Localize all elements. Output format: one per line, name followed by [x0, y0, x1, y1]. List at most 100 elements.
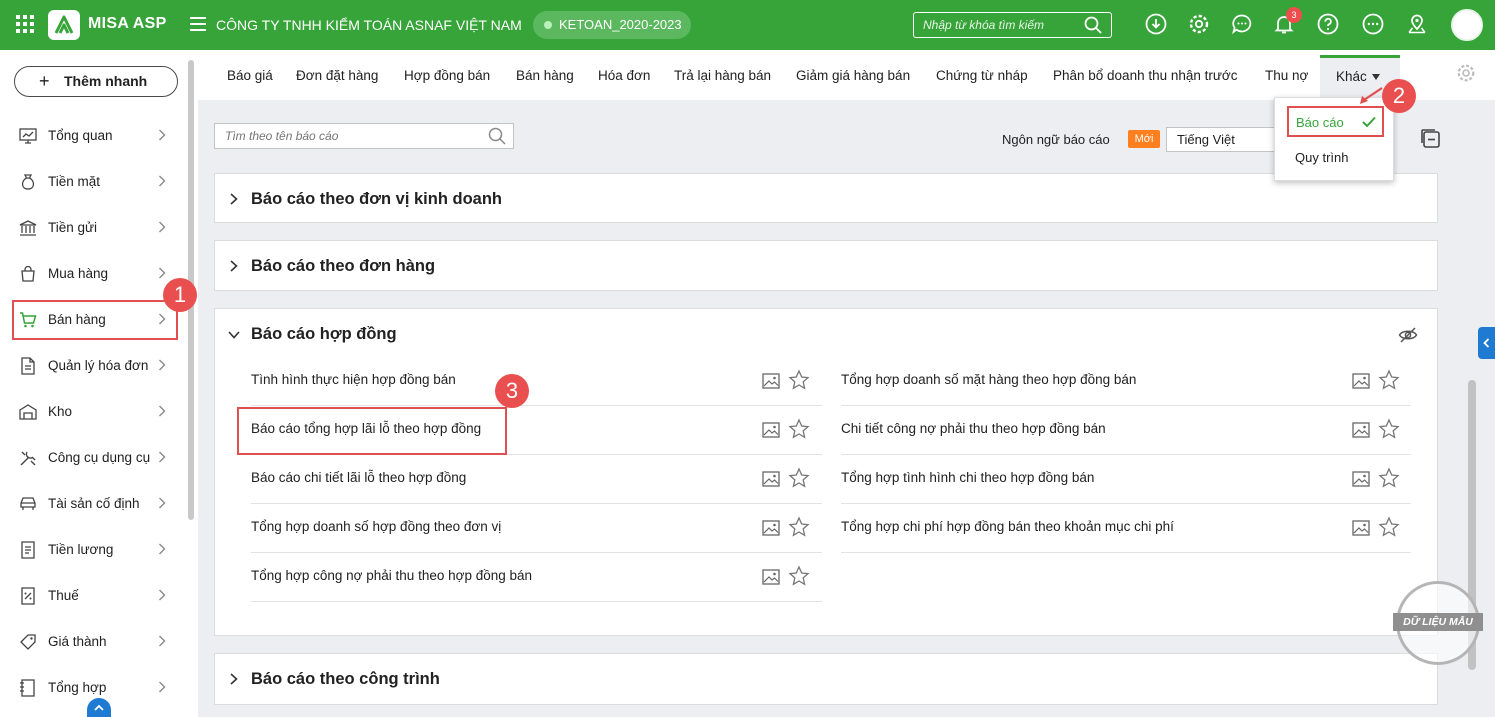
tax-icon — [21, 587, 35, 605]
image-preview-icon[interactable] — [1352, 372, 1370, 390]
star-favorite-icon[interactable] — [788, 418, 810, 440]
image-preview-icon[interactable] — [762, 470, 780, 488]
sidebar-item-warehouse[interactable]: Kho — [12, 392, 178, 432]
chat-icon[interactable] — [1231, 13, 1253, 35]
section-contract-reports: Báo cáo hợp đồng Tình hình thực hiện hợp… — [214, 308, 1438, 636]
sidebar-item-bank-deposit[interactable]: Tiền gửi — [12, 208, 178, 248]
report-row[interactable]: Tổng hợp chi phí hợp đồng bán theo khoản… — [841, 504, 1411, 553]
cart-icon — [20, 312, 37, 328]
sidebar-item-label: Mua hàng — [48, 266, 109, 281]
star-favorite-icon[interactable] — [788, 467, 810, 489]
tab-deferred-revenue[interactable]: Phân bổ doanh thu nhận trước — [1053, 68, 1238, 83]
image-preview-icon[interactable] — [1352, 519, 1370, 537]
star-favorite-icon[interactable] — [788, 516, 810, 538]
tab-sales-order[interactable]: Đơn đặt hàng — [296, 68, 378, 83]
checkmark-icon — [1362, 116, 1376, 128]
company-name[interactable]: CÔNG TY TNHH KIỂM TOÁN ASNAF VIỆT NAM — [216, 17, 522, 33]
report-row[interactable]: Tổng hợp công nợ phải thu theo hợp đồng … — [251, 553, 822, 602]
sample-data-stamp: DỮ LIỆU MẪU — [1393, 581, 1483, 665]
sidebar-item-payroll[interactable]: Tiền lương — [12, 530, 178, 570]
report-name: Báo cáo chi tiết lãi lỗ theo hợp đồng — [251, 470, 467, 485]
tab-sales[interactable]: Bán hàng — [516, 68, 574, 83]
sidebar-item-invoice-management[interactable]: Quản lý hóa đơn — [12, 346, 178, 386]
star-favorite-icon[interactable] — [1378, 369, 1400, 391]
report-name: Tổng hợp chi phí hợp đồng bán theo khoản… — [841, 519, 1174, 534]
report-name: Chi tiết công nợ phải thu theo hợp đồng … — [841, 421, 1106, 436]
collapse-up-button[interactable] — [87, 698, 111, 717]
star-favorite-icon[interactable] — [1378, 418, 1400, 440]
section-order-reports[interactable]: Báo cáo theo đơn hàng — [214, 240, 1438, 291]
tab-quotation[interactable]: Báo giá — [227, 68, 273, 83]
image-preview-icon[interactable] — [762, 372, 780, 390]
section-project-reports[interactable]: Báo cáo theo công trình — [214, 653, 1438, 705]
image-preview-icon[interactable] — [1352, 421, 1370, 439]
image-preview-icon[interactable] — [1352, 470, 1370, 488]
tab-settings-gear-icon[interactable] — [1456, 63, 1476, 83]
help-icon[interactable] — [1317, 13, 1339, 35]
image-preview-icon[interactable] — [762, 421, 780, 439]
sidebar-item-cost[interactable]: Giá thành — [12, 622, 178, 662]
tools-icon — [20, 451, 36, 466]
star-favorite-icon[interactable] — [1378, 516, 1400, 538]
star-favorite-icon[interactable] — [788, 565, 810, 587]
tab-draft-vouchers[interactable]: Chứng từ nháp — [936, 68, 1028, 83]
tab-sales-return[interactable]: Trả lại hàng bán — [674, 68, 771, 83]
report-name: Tổng hợp công nợ phải thu theo hợp đồng … — [251, 568, 533, 583]
star-favorite-icon[interactable] — [1378, 467, 1400, 489]
caret-down-icon — [1372, 74, 1380, 80]
image-preview-icon[interactable] — [762, 519, 780, 537]
report-language-select[interactable]: Tiếng Việt — [1166, 127, 1276, 152]
section-business-unit-reports[interactable]: Báo cáo theo đơn vị kinh doanh — [214, 173, 1438, 223]
report-row[interactable]: Tổng hợp doanh số hợp đồng theo đơn vị — [251, 504, 822, 553]
shopping-bag-icon — [21, 265, 35, 282]
tab-invoice[interactable]: Hóa đơn — [598, 68, 650, 83]
global-search-input[interactable] — [913, 12, 1112, 38]
report-row[interactable]: Tình hình thực hiện hợp đồng bán — [251, 357, 822, 406]
tab-debt-collection[interactable]: Thu nợ — [1265, 68, 1308, 83]
search-icon[interactable] — [488, 127, 506, 145]
sidebar-item-fixed-assets[interactable]: Tài sản cố định — [12, 484, 178, 524]
user-avatar[interactable] — [1451, 9, 1483, 41]
report-row[interactable]: Chi tiết công nợ phải thu theo hợp đồng … — [841, 406, 1411, 455]
sidebar-item-sales[interactable]: Bán hàng — [12, 300, 178, 340]
hamburger-menu-icon[interactable] — [190, 17, 206, 31]
quick-add-button[interactable]: + Thêm nhanh — [14, 66, 178, 97]
sidebar-item-cash[interactable]: Tiền mặt — [12, 162, 178, 202]
sidebar-item-label: Bán hàng — [48, 312, 106, 327]
report-row[interactable]: Tổng hợp doanh số mặt hàng theo hợp đồng… — [841, 357, 1411, 406]
sidebar-item-label: Quản lý hóa đơn — [48, 358, 149, 373]
app-grid-icon[interactable] — [16, 15, 34, 33]
side-panel-toggle[interactable] — [1478, 327, 1495, 359]
section-title[interactable]: Báo cáo hợp đồng — [251, 325, 397, 344]
tab-sales-discount[interactable]: Giảm giá hàng bán — [796, 68, 910, 83]
database-selector[interactable]: KETOAN_2020-2023 — [533, 11, 691, 39]
other-tab-dropdown: Báo cáo Quy trình — [1274, 97, 1394, 181]
report-search-input[interactable] — [214, 123, 514, 149]
sidebar-item-tax[interactable]: Thuế — [12, 576, 178, 616]
collapse-all-icon[interactable] — [1420, 128, 1442, 150]
tab-sales-contract[interactable]: Hợp đồng bán — [404, 68, 490, 83]
more-options-icon[interactable] — [1362, 13, 1384, 35]
search-icon[interactable] — [1084, 16, 1102, 34]
eye-off-icon[interactable] — [1398, 325, 1418, 345]
settings-gear-icon[interactable] — [1188, 13, 1210, 35]
report-language-label: Ngôn ngữ báo cáo — [1002, 132, 1110, 147]
sidebar-item-overview[interactable]: Tổng quan — [12, 116, 178, 156]
location-map-icon[interactable] — [1406, 13, 1428, 35]
menu-item-process[interactable]: Quy trình — [1295, 150, 1348, 165]
download-icon[interactable] — [1145, 13, 1167, 35]
report-row[interactable]: Tổng hợp tình hình chi theo hợp đồng bán — [841, 455, 1411, 504]
menu-item-reports[interactable]: Báo cáo — [1287, 106, 1384, 137]
chevron-right-icon — [159, 451, 166, 463]
chevron-down-icon[interactable] — [228, 330, 240, 340]
report-row[interactable]: Báo cáo chi tiết lãi lỗ theo hợp đồng — [251, 455, 822, 504]
car-icon — [20, 497, 36, 510]
star-favorite-icon[interactable] — [788, 369, 810, 391]
image-preview-icon[interactable] — [762, 568, 780, 586]
dashboard-icon — [19, 128, 37, 144]
sidebar-item-tools[interactable]: Công cụ dụng cụ — [12, 438, 178, 478]
report-name: Tổng hợp tình hình chi theo hợp đồng bán — [841, 470, 1095, 485]
sidebar-item-purchasing[interactable]: Mua hàng — [12, 254, 178, 294]
sidebar-item-label: Tổng quan — [48, 128, 113, 143]
chevron-right-icon — [159, 589, 166, 601]
